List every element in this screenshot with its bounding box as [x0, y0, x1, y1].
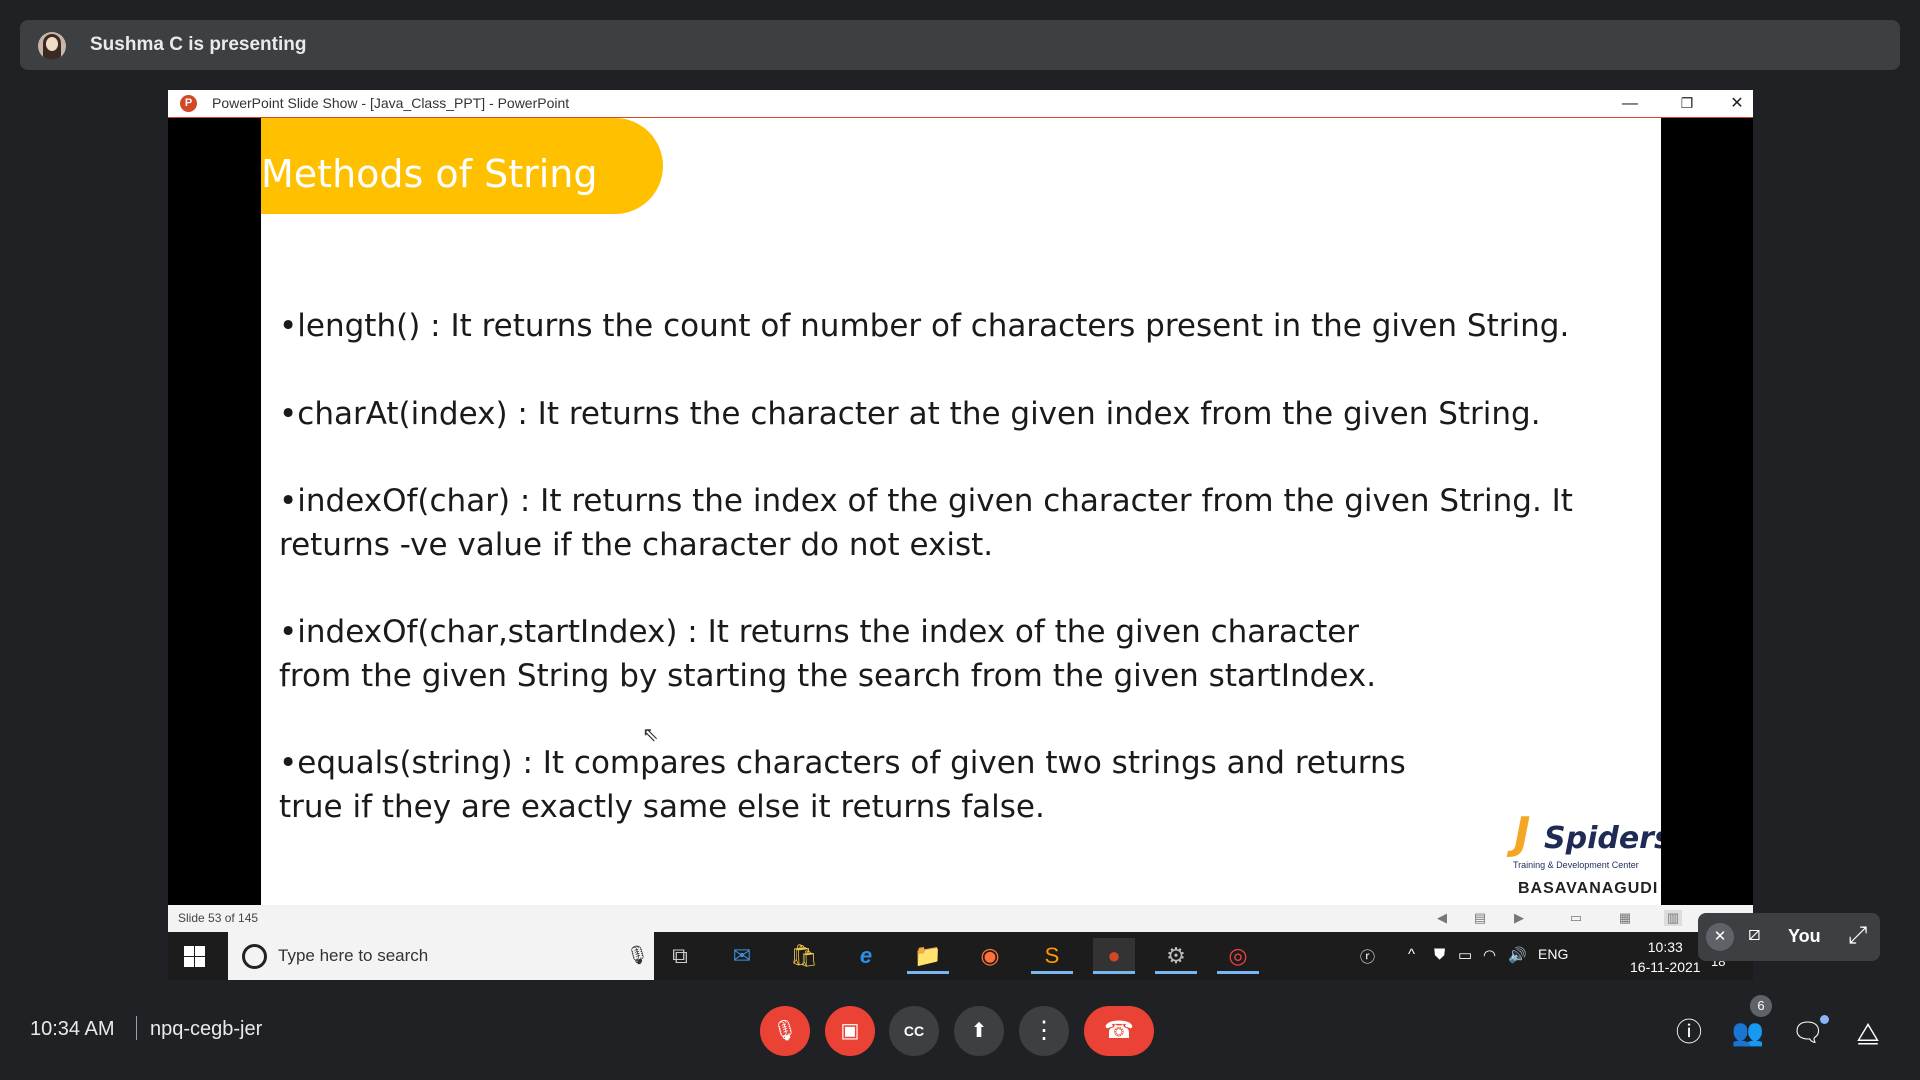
windows-start-icon[interactable]: [184, 946, 205, 967]
language-indicator[interactable]: ENG: [1538, 946, 1568, 962]
activities-icon: ⧋: [1856, 1017, 1880, 1047]
meeting-time: 10:34 AM: [30, 1018, 115, 1040]
more-vertical-icon: ⋮: [1032, 1017, 1056, 1044]
self-view-tile[interactable]: ✕ ⧄ You ⤢: [1698, 913, 1880, 961]
windows-taskbar: Type here to search 🎙 ⧉ ✉ 🛍 e 📁 ◉ S ● ⚙ …: [168, 932, 1753, 980]
window-titlebar: P PowerPoint Slide Show - [Java_Class_PP…: [168, 90, 1753, 118]
closed-captions-icon: CC: [903, 1023, 925, 1039]
self-name: You: [1788, 926, 1821, 946]
task-view-icon[interactable]: ⧉: [659, 938, 701, 974]
people-button[interactable]: 👥: [1728, 1012, 1768, 1052]
clock-time: 10:33: [1647, 939, 1683, 955]
meeting-details-button[interactable]: ⓘ: [1669, 1012, 1709, 1052]
present-icon: ⬆: [970, 1020, 988, 1042]
people-icon: 👥: [1731, 1017, 1765, 1047]
bullet-indexof-startindex: •indexOf(char,startIndex) : It returns t…: [279, 610, 1376, 698]
shared-powerpoint-window: P PowerPoint Slide Show - [Java_Class_PP…: [168, 90, 1753, 980]
restore-button[interactable]: ❐: [1664, 90, 1710, 117]
mic-off-icon: 🎙: [772, 1020, 798, 1042]
camera-off-icon: ⧄: [1748, 923, 1761, 945]
powerpoint-icon: P: [180, 95, 197, 112]
search-placeholder: Type here to search: [278, 946, 429, 965]
settings-gear-icon[interactable]: ⚙: [1155, 938, 1197, 974]
camera-off-icon: ▣: [840, 1020, 860, 1042]
presenter-avatar: [38, 32, 66, 60]
info-icon: ⓘ: [1675, 1017, 1702, 1047]
clock-date: 16-11-2021: [1630, 959, 1701, 975]
expand-icon[interactable]: ⤢: [1848, 922, 1867, 950]
close-button[interactable]: ✕: [1721, 90, 1753, 117]
bullet-line: •indexOf(char,startIndex) : It returns t…: [279, 614, 1360, 650]
activities-button[interactable]: ⧋: [1848, 1012, 1888, 1052]
jspiders-logo-mark: J: [1514, 808, 1531, 859]
firefox-icon[interactable]: ◉: [969, 938, 1011, 974]
captions-button[interactable]: CC: [889, 1006, 939, 1056]
mic-off-icon: ✕: [1706, 923, 1734, 951]
bullet-line: •indexOf(char) : It returns the index of…: [279, 483, 1573, 519]
bullet-length: •length() : It returns the count of numb…: [279, 304, 1569, 348]
microphone-icon[interactable]: 🎙: [626, 945, 649, 966]
logo-branch: BASAVANAGUDI: [1518, 880, 1659, 897]
slide: Methods of String •length() : It returns…: [261, 118, 1661, 905]
system-clock[interactable]: 10:33 16-11-2021: [1630, 937, 1701, 977]
leave-call-button[interactable]: ☎: [1084, 1006, 1154, 1056]
slideshow-statusbar: Slide 53 of 145 ◀ ▤ ▶ ▭ ▦ ▥ ▬: [168, 905, 1753, 932]
slide-sorter-icon[interactable]: ▦: [1616, 910, 1634, 926]
microphone-toggle-button[interactable]: 🎙: [760, 1006, 810, 1056]
cortana-icon: [242, 944, 267, 969]
presenter-label: Sushma C is presenting: [90, 34, 307, 55]
bullet-charat: •charAt(index) : It returns the characte…: [279, 392, 1541, 436]
bullet-indexof: •indexOf(char) : It returns the index of…: [279, 479, 1573, 567]
slide-menu-icon[interactable]: ▤: [1471, 910, 1489, 926]
taskbar-search-box[interactable]: Type here to search 🎙: [228, 932, 654, 980]
logo-tagline: Training & Development Center: [1513, 860, 1639, 870]
mouse-cursor-icon: ⇖: [642, 724, 659, 746]
mail-icon[interactable]: ✉: [721, 938, 763, 974]
sublime-text-icon[interactable]: S: [1031, 938, 1073, 974]
next-slide-icon[interactable]: ▶: [1510, 910, 1528, 926]
present-now-button[interactable]: ⬆: [954, 1006, 1004, 1056]
bullet-equals: •equals(string) : It compares characters…: [279, 741, 1406, 829]
chrome-icon[interactable]: ◎: [1217, 938, 1259, 974]
bullet-line: •length() : It returns the count of numb…: [279, 308, 1570, 344]
people-icon[interactable]: ⓡ: [1360, 946, 1375, 967]
window-title: PowerPoint Slide Show - [Java_Class_PPT]…: [212, 95, 570, 111]
battery-icon[interactable]: ▭: [1458, 946, 1472, 964]
edge-icon[interactable]: e: [845, 938, 887, 974]
reading-view-icon[interactable]: ▥: [1664, 910, 1682, 926]
unread-chat-dot: [1820, 1015, 1829, 1024]
security-shield-icon[interactable]: ⛊: [1434, 946, 1445, 963]
bullet-line: returns -ve value if the character do no…: [279, 527, 994, 563]
presenter-banner: Sushma C is presenting: [20, 20, 1900, 70]
store-icon[interactable]: 🛍: [783, 938, 825, 974]
file-explorer-icon[interactable]: 📁: [907, 938, 949, 974]
show-hidden-icons-chevron-icon[interactable]: ^: [1408, 946, 1415, 963]
more-options-button[interactable]: ⋮: [1019, 1006, 1069, 1056]
camera-toggle-button[interactable]: ▣: [825, 1006, 875, 1056]
bullet-line: from the given String by starting the se…: [279, 658, 1377, 694]
slide-title: Methods of String: [261, 152, 598, 196]
bullet-line: •equals(string) : It compares characters…: [279, 745, 1406, 781]
normal-view-icon[interactable]: ▭: [1567, 910, 1585, 926]
bullet-line: true if they are exactly same else it re…: [279, 789, 1045, 825]
volume-icon[interactable]: 🔊: [1508, 946, 1527, 964]
participant-count-badge: 6: [1750, 995, 1772, 1017]
divider: [136, 1016, 137, 1040]
meeting-code: npq-cegb-jer: [150, 1018, 263, 1040]
jspiders-logo-word: Spiders: [1544, 821, 1661, 856]
previous-slide-icon[interactable]: ◀: [1433, 910, 1451, 926]
slide-counter: Slide 53 of 145: [178, 911, 259, 925]
bullet-line: •charAt(index) : It returns the characte…: [279, 396, 1541, 432]
phone-hangup-icon: ☎: [1104, 1017, 1134, 1044]
minimize-button[interactable]: —: [1607, 90, 1653, 117]
powerpoint-taskbar-icon[interactable]: ●: [1093, 938, 1135, 974]
wifi-icon[interactable]: ◠: [1483, 946, 1496, 964]
